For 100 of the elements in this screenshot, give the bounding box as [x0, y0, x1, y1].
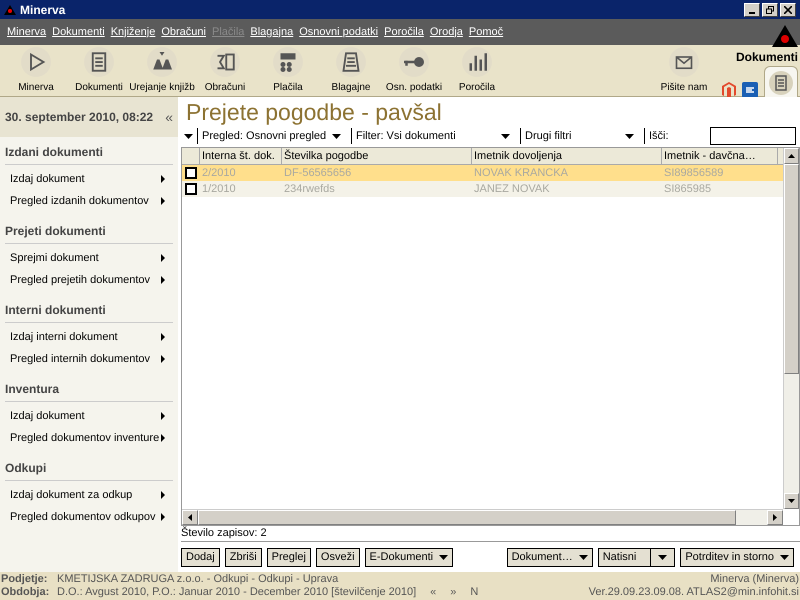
record-count: Število zapisov: 2: [181, 525, 267, 542]
submenu-arrow-icon: [161, 197, 165, 205]
status-text: D.O.: Avgust 2010, P.O.: Januar 2010 - December 2010 [številčenje 2010]: [57, 586, 416, 599]
toolbar-button[interactable]: Osn. podatki: [384, 46, 444, 94]
status-label: Podjetje:: [1, 573, 48, 586]
nav-button[interactable]: N: [470, 586, 478, 599]
column-header[interactable]: Interna št. dok.: [200, 148, 282, 164]
table-cell-text: DF-56565656: [283, 166, 352, 181]
toolbar-button[interactable]: Minerva: [6, 46, 66, 94]
dropdown-caret-icon: [625, 134, 634, 138]
column-header[interactable]: Imetnik dovoljenja: [472, 148, 662, 164]
menu-item[interactable]: Knjiženje: [108, 24, 158, 40]
app-logo-icon: [4, 4, 16, 14]
column-header[interactable]: Imetnik - davčna…: [662, 148, 778, 164]
restore-icon[interactable]: [762, 2, 778, 16]
menu-button[interactable]: Potrditev in storno: [680, 548, 794, 566]
sidebar-item[interactable]: Pregled dokumentov inventure: [5, 427, 173, 449]
scroll-up-icon[interactable]: [788, 154, 795, 158]
dropdown-caret-icon: [184, 134, 193, 138]
table-cell-text: 1/2010: [201, 182, 237, 197]
toolbar-button[interactable]: Poročila: [447, 46, 507, 94]
dropdown-caret-icon: [439, 554, 448, 560]
sidebar-item[interactable]: Pregled dokumentov odkupov: [5, 506, 173, 528]
submenu-arrow-icon: [161, 412, 165, 420]
scroll-right-icon[interactable]: [773, 514, 777, 521]
table-cell-text: SI89856589: [663, 166, 724, 181]
table-cell-text: JANEZ NOVAK: [473, 182, 551, 197]
submenu-arrow-icon: [161, 513, 165, 521]
sidebar-item[interactable]: Izdaj dokument za odkup: [5, 484, 173, 506]
filter-dropdown[interactable]: Drugi filtri: [520, 128, 640, 144]
menu-item[interactable]: Pomoč: [466, 24, 506, 40]
sidebar-item[interactable]: Sprejmi dokument: [5, 247, 173, 269]
status-text: Minerva (Minerva): [710, 573, 799, 586]
column-header[interactable]: Številka pogodbe: [282, 148, 472, 164]
action-button[interactable]: Zbriši: [224, 548, 262, 566]
date-time: 30. september 2010, 08:22: [5, 109, 154, 126]
row-checkbox[interactable]: [185, 167, 197, 179]
split-button[interactable]: Natisni: [598, 548, 676, 566]
table-cell-text: SI865985: [663, 182, 712, 197]
window-title: Minerva: [20, 2, 66, 18]
section-heading: Inventura: [5, 380, 173, 402]
section-heading: Izdani dokumenti: [5, 143, 173, 165]
toolbar-button[interactable]: Urejanje knjižb: [132, 46, 192, 94]
toolbar-button[interactable]: Obračuni: [195, 46, 255, 94]
section-heading: Prejeti dokumenti: [5, 222, 173, 244]
section-heading: Odkupi: [5, 459, 173, 481]
action-button[interactable]: Osveži: [316, 548, 360, 566]
dropdown-caret-icon: [780, 554, 789, 560]
submenu-arrow-icon: [161, 175, 165, 183]
e-logo-icon[interactable]: [742, 82, 758, 98]
vertical-scrollbar[interactable]: [783, 148, 799, 509]
status-text: KMETIJSKA ZADRUGA z.o.o. - Odkupi - Odkupi - Uprava: [57, 573, 338, 586]
scroll-down-icon[interactable]: [788, 499, 795, 503]
action-button[interactable]: Preglej: [266, 548, 311, 566]
sidebar-item[interactable]: Pregled internih dokumentov: [5, 348, 173, 370]
menu-item[interactable]: Obračuni: [158, 24, 209, 40]
menu-item[interactable]: Osnovni podatki: [296, 24, 382, 40]
toolbar-button[interactable]: Plačila: [258, 46, 318, 94]
sidebar-item[interactable]: Izdaj interni dokument: [5, 326, 173, 348]
sidebar-item[interactable]: Izdaj dokument: [5, 405, 173, 427]
filter-dropdown[interactable]: Pregled: Osnovni pregled: [197, 128, 347, 144]
collapse-button[interactable]: «: [165, 106, 173, 128]
status-text: Ver.29.09.23.09.08. ATLAS2@min.infohit.si: [588, 586, 799, 599]
minimize-icon[interactable]: [744, 2, 760, 16]
section-heading: Interni dokumenti: [5, 301, 173, 323]
dropdown-caret-icon: [501, 134, 510, 138]
menu-button[interactable]: Dokument…: [506, 548, 593, 566]
module-tab[interactable]: [764, 66, 798, 98]
submenu-arrow-icon: [161, 333, 165, 341]
app-logo-icon: [772, 25, 798, 47]
table-cell-text: NOVAK KRANCKA: [473, 166, 569, 181]
action-button[interactable]: Dodaj: [181, 548, 220, 566]
submenu-arrow-icon: [161, 276, 165, 284]
sidebar-item[interactable]: Pregled prejetih dokumentov: [5, 269, 173, 291]
status-label: Obdobja:: [1, 586, 50, 599]
sidebar-item[interactable]: Izdaj dokument: [5, 168, 173, 190]
menu-item[interactable]: Blagajna: [247, 24, 296, 40]
toolbar-button[interactable]: Blagajne: [321, 46, 381, 94]
module-label: Dokumenti: [736, 49, 798, 66]
mail-button[interactable]: Pišite nam: [656, 46, 712, 94]
sidebar-item[interactable]: Pregled izdanih dokumentov: [5, 190, 173, 212]
dropdown-caret-icon: [658, 554, 668, 560]
submenu-arrow-icon: [161, 355, 165, 363]
horizontal-scrollbar[interactable]: [182, 509, 783, 525]
menu-item[interactable]: Poročila: [381, 24, 427, 40]
close-icon[interactable]: [780, 2, 796, 16]
menu-button[interactable]: E-Dokumenti: [364, 548, 454, 566]
nav-button[interactable]: »: [450, 586, 456, 599]
menu-item[interactable]: Orodja: [426, 24, 466, 40]
menu-item[interactable]: Minerva: [4, 24, 50, 40]
nav-button[interactable]: «: [430, 586, 436, 599]
scroll-left-icon[interactable]: [188, 514, 192, 521]
page-title: Prejete pogodbe - pavšal: [186, 98, 442, 127]
table-cell-text: 234rwefds: [283, 182, 336, 197]
filter-dropdown[interactable]: Filter: Vsi dokumenti: [351, 128, 516, 144]
row-checkbox[interactable]: [185, 183, 197, 195]
toolbar-button[interactable]: Dokumenti: [69, 46, 129, 94]
search-field[interactable]: [710, 127, 796, 145]
menu-item[interactable]: Dokumenti: [49, 24, 108, 40]
search-label: Išči:: [644, 128, 669, 144]
